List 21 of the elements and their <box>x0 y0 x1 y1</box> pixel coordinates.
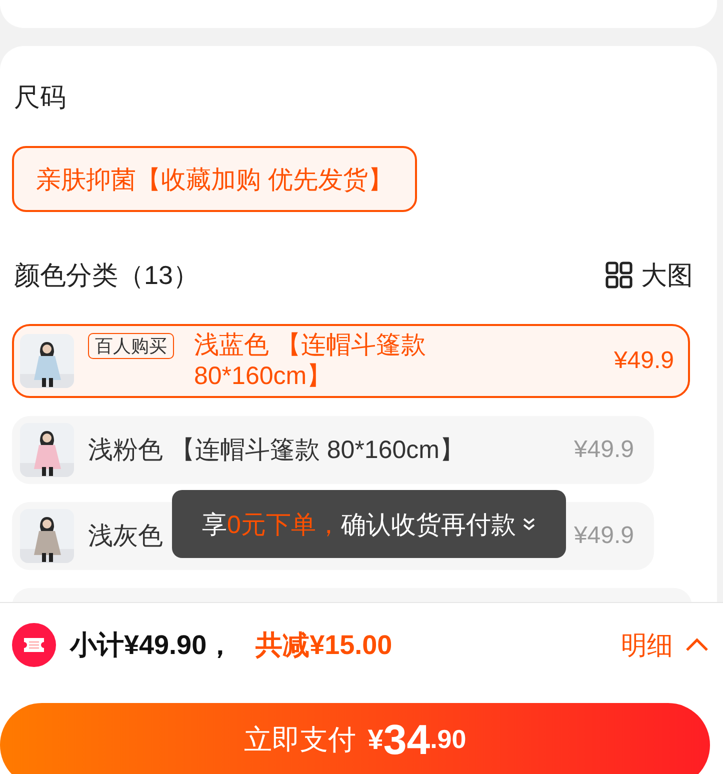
toast-message: 享0元下单，确认收货再付款 <box>202 510 516 540</box>
option-price: ¥49.9 <box>574 522 634 550</box>
popular-badge: 百人购买 <box>88 333 174 359</box>
option-price: ¥49.9 <box>574 436 634 464</box>
toast[interactable]: 享0元下单，确认收货再付款 <box>172 490 566 558</box>
large-view-button[interactable]: 大图 <box>605 258 693 292</box>
option-label: 浅粉色 【连帽斗篷款 80*160cm】 <box>88 434 464 466</box>
subtotal: 小计¥49.90， <box>70 629 234 662</box>
discount-total: 共减¥15.00 <box>256 629 392 662</box>
section-title: 尺码 <box>14 81 67 114</box>
color-option[interactable]: 浅粉色 【连帽斗篷款 80*160cm】 ¥49.9 <box>12 416 654 484</box>
grid-icon <box>605 261 633 289</box>
option-label: 浅灰色 <box>88 520 163 552</box>
pay-button[interactable]: 立即支付 ¥34.90 <box>0 703 710 774</box>
color-option[interactable]: 百人购买 浅蓝色 【连帽斗篷款 80*160cm】 ¥49.9 <box>12 324 690 398</box>
section-title: 颜色分类（13） <box>14 259 199 292</box>
coupon-icon <box>12 623 56 667</box>
chevron-up-icon <box>685 638 709 652</box>
double-chevron-down-icon <box>522 516 536 532</box>
option-price: ¥49.9 <box>614 347 674 375</box>
option-label: 浅蓝色 【连帽斗篷款 80*160cm】 <box>194 330 427 392</box>
